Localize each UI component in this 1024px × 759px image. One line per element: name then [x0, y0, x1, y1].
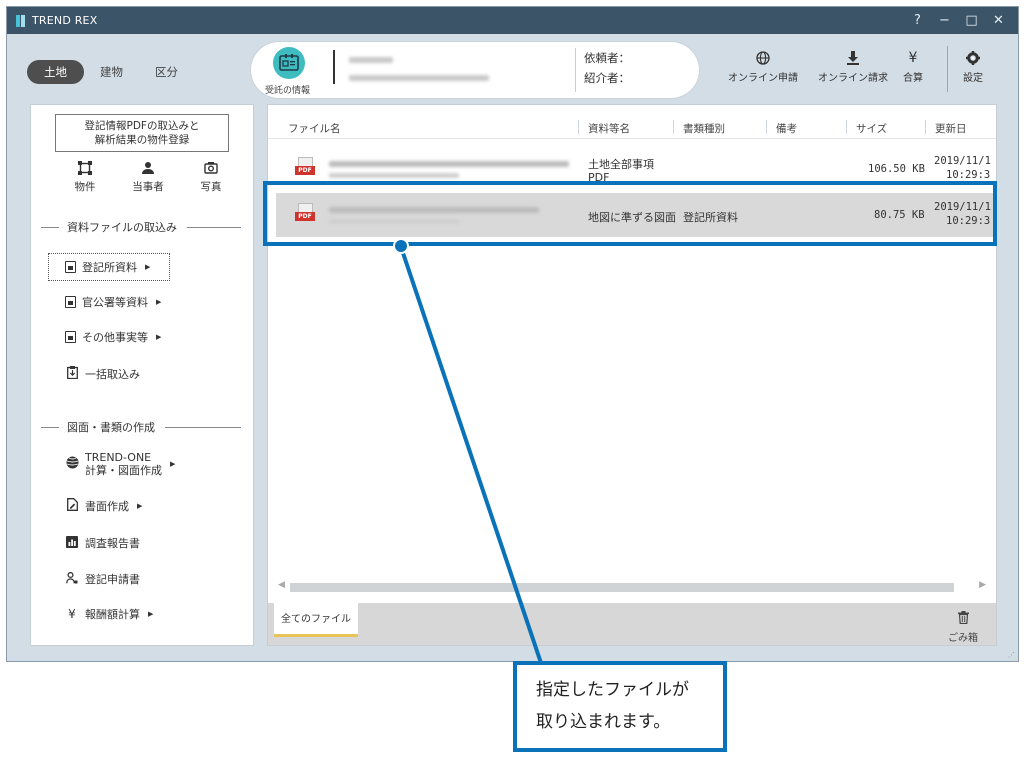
callout-anchor-dot	[393, 238, 409, 254]
callout-line-2: 取り込まれます。	[536, 712, 671, 732]
callout-box: 指定したファイルが 取り込まれます。	[513, 661, 727, 752]
callout-pointer-line	[399, 246, 543, 664]
callout-line-1: 指定したファイルが	[536, 680, 689, 700]
